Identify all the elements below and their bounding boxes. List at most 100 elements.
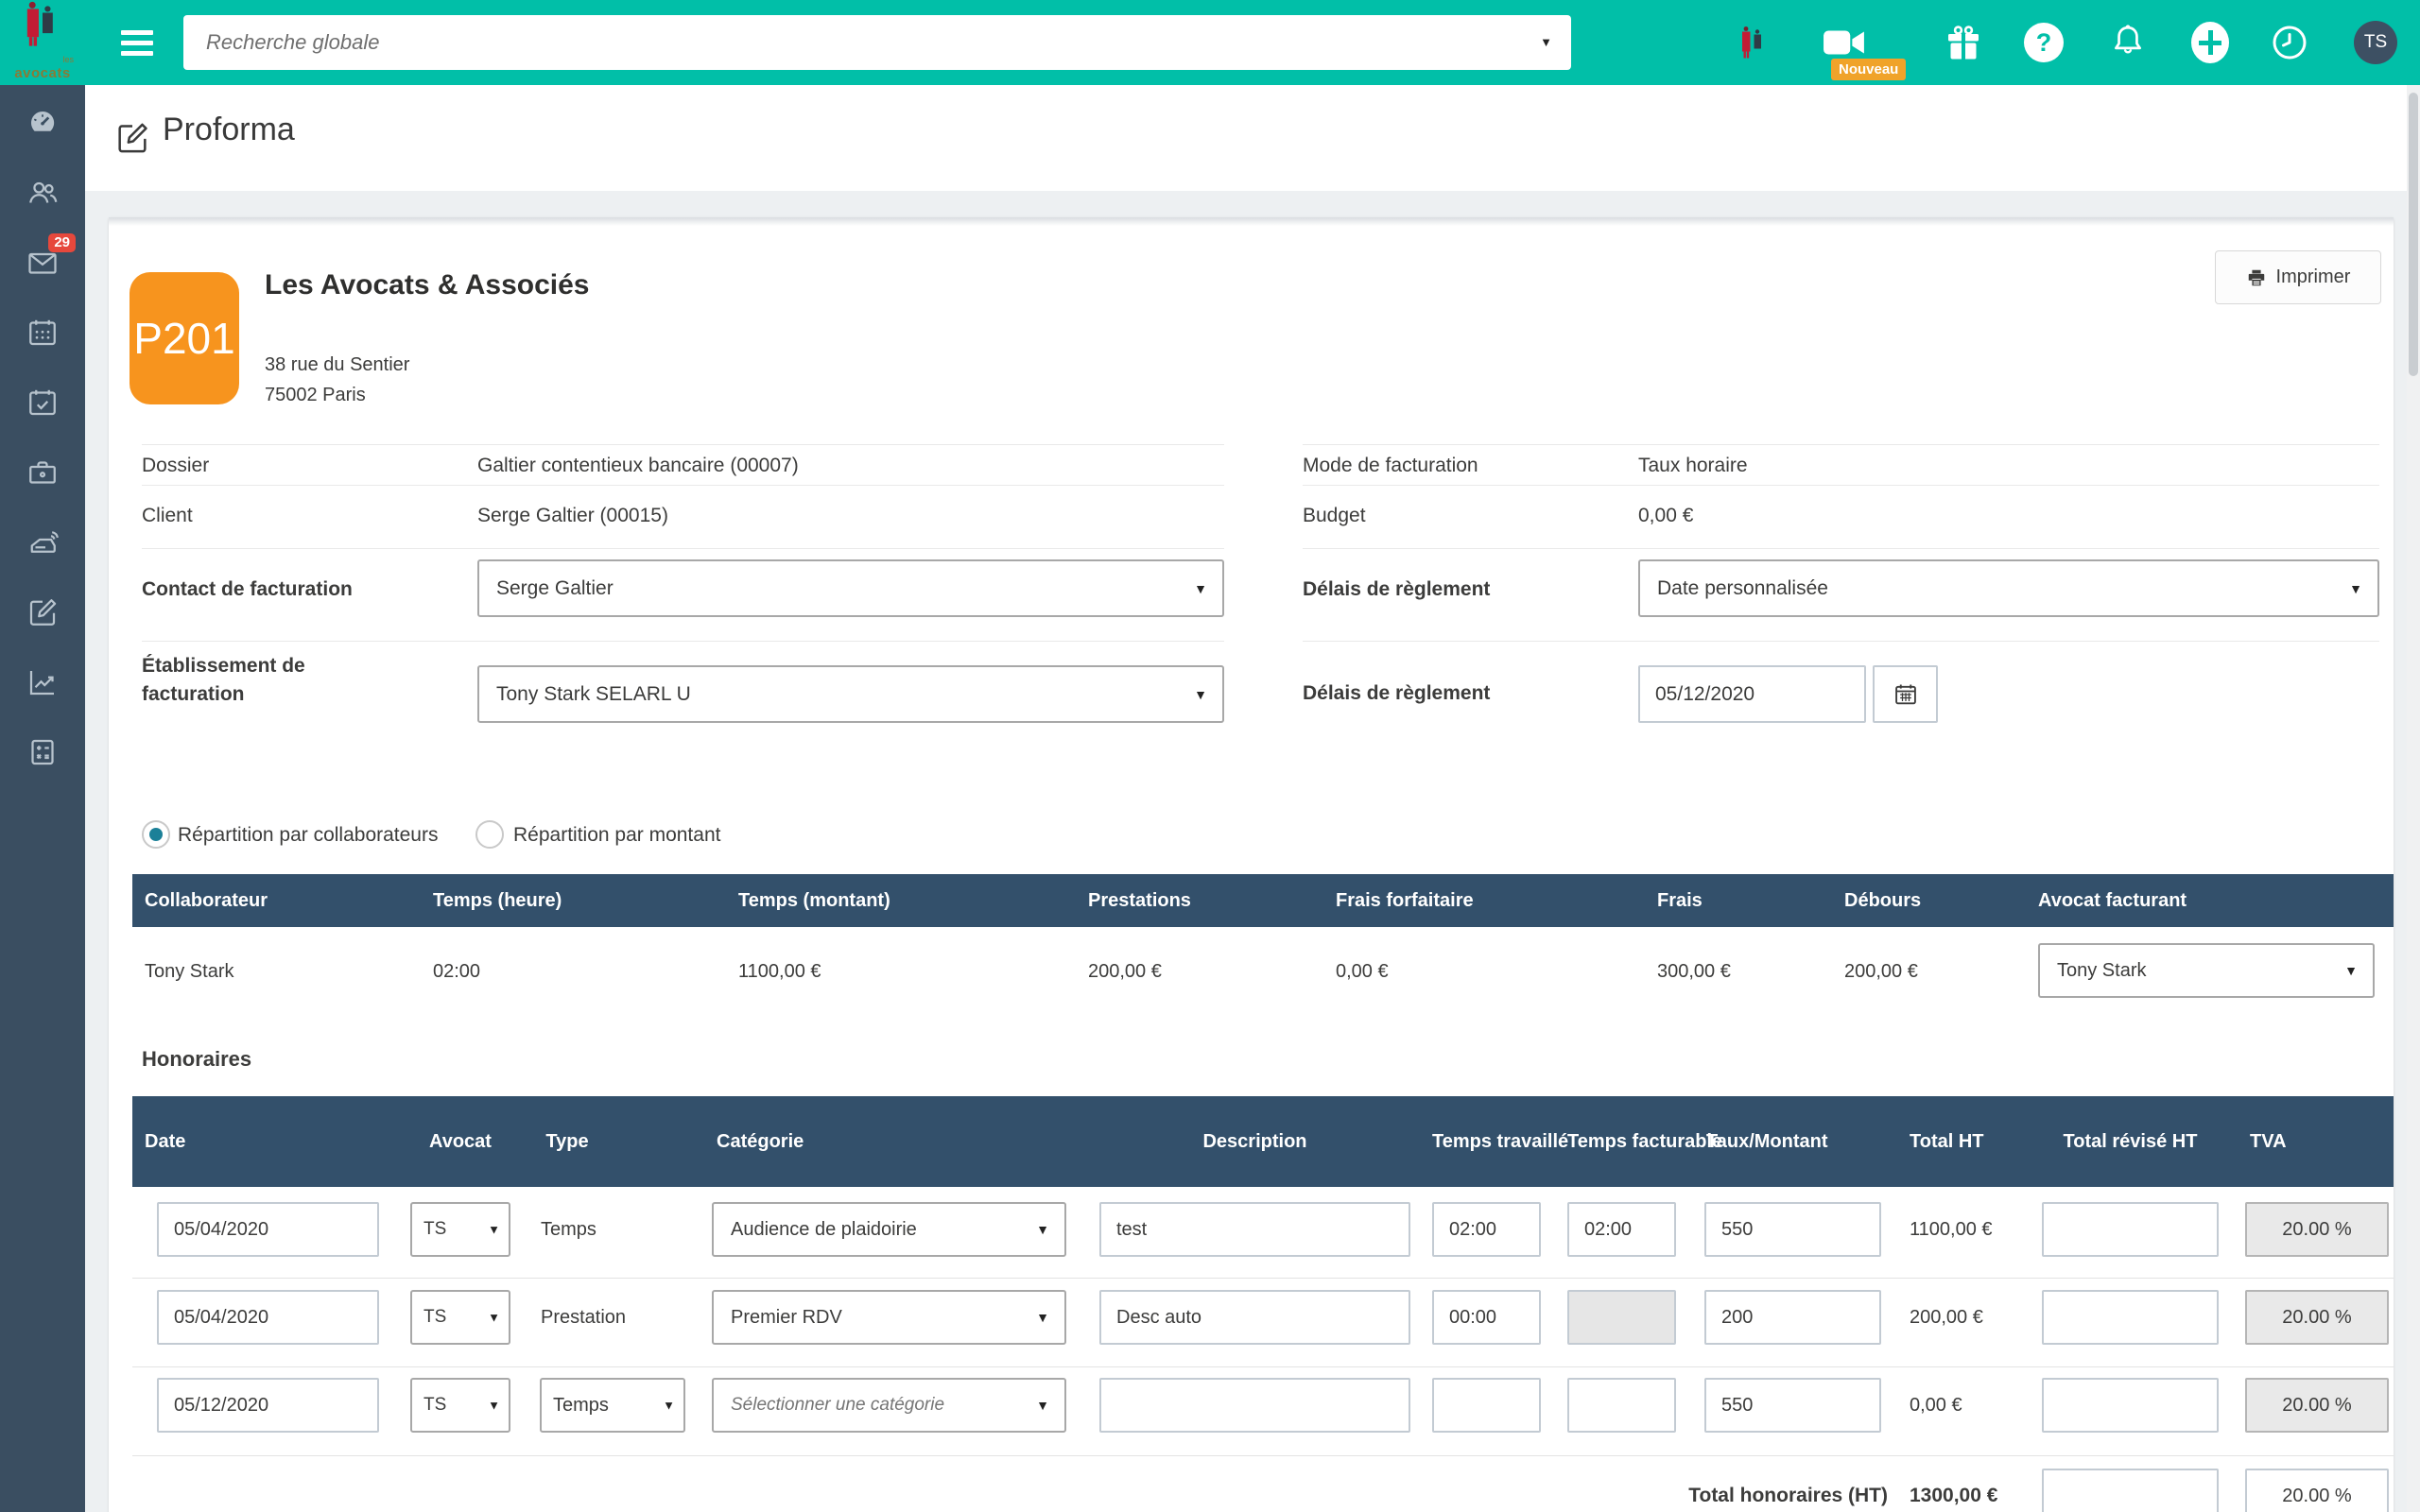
radio-selected-dot — [149, 828, 163, 841]
row-temps-travaille-input[interactable] — [1432, 1290, 1541, 1345]
hon-header-temps-facturable: Temps facturable — [1567, 1131, 1723, 1152]
row-avocat-select[interactable]: TS — [410, 1378, 510, 1433]
user-avatar[interactable]: TS — [2354, 21, 2397, 64]
hon-header-description: Description — [1202, 1131, 1307, 1152]
row-description-input[interactable] — [1099, 1202, 1410, 1257]
sidebar-item-billing[interactable] — [22, 592, 63, 633]
billing-contact-label: Contact de facturation — [142, 578, 353, 600]
hon-header-avocat: Avocat — [429, 1131, 492, 1152]
billing-contact-select[interactable]: Serge Galtier — [477, 559, 1224, 617]
logo-figure-icon — [1742, 26, 1761, 59]
row-total-revise-input[interactable] — [2042, 1290, 2219, 1345]
collab-header-collaborateur: Collaborateur — [145, 890, 268, 911]
row-categorie-select[interactable]: Premier RDV — [712, 1290, 1066, 1345]
row-categorie-select[interactable]: Sélectionner une catégorie — [712, 1378, 1066, 1433]
row-categorie-select[interactable]: Audience de plaidoirie — [712, 1202, 1066, 1257]
honoraires-title: Honoraires — [142, 1047, 252, 1071]
row-taux-input[interactable] — [1704, 1202, 1881, 1257]
row-temps-facturable-input[interactable] — [1567, 1378, 1676, 1433]
radio-repartition-collaborators-label[interactable]: Répartition par collaborateurs — [178, 824, 438, 847]
hon-header-type: Type — [545, 1131, 589, 1152]
calendar-icon — [29, 319, 56, 346]
row-divider — [132, 1455, 2394, 1456]
contacts-icon — [29, 181, 58, 203]
radio-repartition-amount[interactable] — [475, 820, 504, 849]
total-honoraires-label: Total honoraires (HT) — [1688, 1485, 1888, 1506]
briefcase-icon — [29, 461, 56, 484]
print-button[interactable]: Imprimer — [2215, 250, 2381, 304]
sidebar-item-contacts[interactable] — [22, 172, 63, 214]
calendar-picker-button[interactable] — [1873, 665, 1938, 723]
row-taux-input[interactable] — [1704, 1378, 1881, 1433]
payment-date-input[interactable] — [1638, 665, 1866, 723]
row-type-select[interactable]: Temps — [540, 1378, 685, 1433]
sidebar-item-accounting[interactable] — [22, 731, 63, 773]
timer-button[interactable] — [2271, 24, 2308, 66]
radio-repartition-collaborators[interactable] — [142, 820, 170, 849]
row-total-revise-input[interactable] — [2042, 1378, 2219, 1433]
payment-date-label: Délais de règlement — [1303, 682, 1491, 704]
row-divider — [132, 1278, 2394, 1279]
notifications-button[interactable] — [2108, 21, 2148, 67]
row-avocat-select[interactable]: TS — [410, 1290, 510, 1345]
sidebar-item-dashboard[interactable] — [22, 102, 63, 144]
proforma-number-badge: P201 — [130, 272, 239, 404]
row-taux-input[interactable] — [1704, 1290, 1881, 1345]
row-date-input[interactable] — [157, 1290, 379, 1345]
sidebar-item-tasks[interactable] — [22, 382, 63, 423]
help-button[interactable] — [2024, 23, 2064, 62]
row-total-revise-input[interactable] — [2042, 1202, 2219, 1257]
page-scrollbar[interactable] — [2407, 85, 2420, 1512]
collab-header-frais-forfaitaire: Frais forfaitaire — [1336, 890, 1474, 911]
sidebar-item-time-tracking[interactable] — [22, 522, 63, 563]
sidebar-item-mail[interactable]: 29 — [22, 233, 76, 284]
time-tracking-icon — [30, 531, 60, 553]
row-temps-facturable-input[interactable] — [1567, 1202, 1676, 1257]
sidebar-item-reports[interactable] — [22, 662, 63, 703]
menu-toggle-button[interactable] — [121, 30, 153, 61]
collab-avocat-facturant-select[interactable]: Tony Stark — [2038, 943, 2375, 998]
app-logo[interactable]: les avocats — [0, 0, 85, 85]
row-avocat-select[interactable]: TS — [410, 1202, 510, 1257]
collab-name: Tony Stark — [145, 961, 234, 982]
budget-label: Budget — [1303, 505, 1366, 526]
dashboard-icon — [31, 111, 55, 131]
row-temps-travaille-input[interactable] — [1432, 1378, 1541, 1433]
bell-icon — [2115, 25, 2141, 54]
proforma-card: P201 Les Avocats & Associés 38 rue du Se… — [109, 217, 2394, 1512]
total-honoraires-value: 1300,00 € — [1910, 1485, 1998, 1506]
nouveau-badge: Nouveau — [1831, 59, 1907, 80]
sidebar-nav: 29 — [0, 102, 85, 773]
row-tva: 20.00 % — [2245, 1202, 2389, 1257]
calculator-icon — [31, 739, 54, 765]
total-tva: 20.00 % — [2245, 1469, 2389, 1512]
billing-establishment-select[interactable]: Tony Stark SELARL U — [477, 665, 1224, 723]
row-type-text: Temps — [541, 1218, 596, 1240]
collab-header-debours: Débours — [1844, 890, 1922, 911]
row-categorie-value: Audience de plaidoirie — [731, 1218, 917, 1240]
search-input[interactable] — [183, 15, 1571, 70]
row-temps-travaille-input[interactable] — [1432, 1202, 1541, 1257]
row-description-input[interactable] — [1099, 1290, 1410, 1345]
hon-header-categorie: Catégorie — [717, 1131, 804, 1152]
collab-frais: 300,00 € — [1657, 961, 1731, 982]
card-top-shade — [109, 217, 2394, 226]
row-date-input[interactable] — [157, 1202, 379, 1257]
payment-terms-select[interactable]: Date personnalisée — [1638, 559, 2379, 617]
scrollbar-thumb[interactable] — [2409, 93, 2418, 376]
sidebar-item-dossiers[interactable] — [22, 452, 63, 493]
quick-add-button[interactable] — [2191, 22, 2229, 63]
radio-repartition-amount-label[interactable]: Répartition par montant — [513, 824, 720, 847]
sidebar-item-calendar[interactable] — [22, 312, 63, 353]
logo-figure-icon — [26, 1, 53, 46]
dossier-value: Galtier contentieux bancaire (00007) — [477, 455, 799, 476]
row-date-input[interactable] — [157, 1378, 379, 1433]
payment-terms-value: Date personnalisée — [1657, 576, 1828, 599]
gifts-button[interactable] — [1945, 25, 1981, 67]
hon-header-total-ht: Total HT — [1910, 1131, 1984, 1152]
sidebar: les avocats 29 — [0, 0, 85, 1512]
hon-header-temps-travaille: Temps travaillé — [1432, 1131, 1569, 1152]
row-total-ht: 1100,00 € — [1910, 1218, 1993, 1240]
total-revise-input[interactable] — [2042, 1469, 2219, 1512]
row-description-input[interactable] — [1099, 1378, 1410, 1433]
